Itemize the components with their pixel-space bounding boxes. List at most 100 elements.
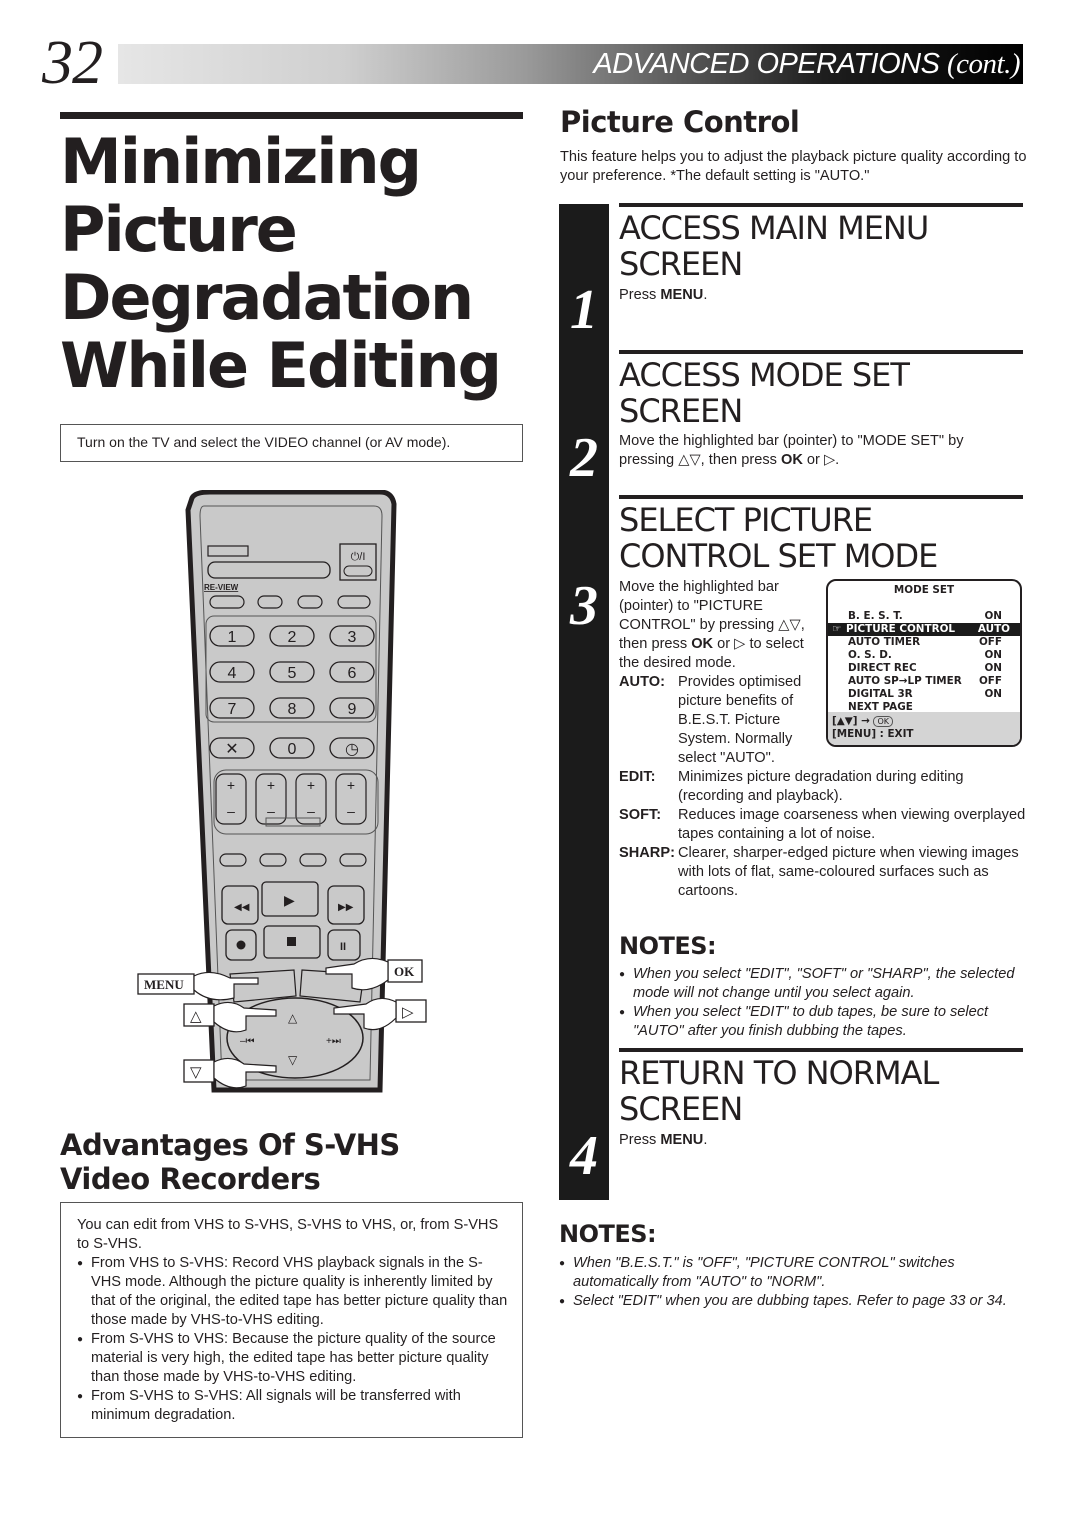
button-reference: MENU (660, 1132, 704, 1148)
osd-menu-row: B. E. S. T. ON (828, 610, 1020, 623)
step-title: ACCESS MODE SET SCREEN (619, 356, 910, 430)
step-rule (619, 1048, 1023, 1052)
section-title-text: ADVANCED OPERATIONS (593, 48, 940, 80)
mode-key: SOFT: (619, 807, 662, 823)
osd-row-label: AUTO SP→LP TIMER (848, 675, 962, 688)
mode-desc: Provides optimised picture benefits of B… (678, 674, 802, 766)
picture-control-title: Picture Control (560, 105, 800, 139)
osd-menu-row: AUTO TIMER OFF (828, 636, 1020, 649)
step-title-line: CONTROL SET MODE (619, 537, 938, 575)
minus-icon: – (307, 803, 315, 819)
title-rule (60, 112, 523, 119)
osd-row-label-text: DIRECT REC (848, 662, 917, 674)
mode-item-sharp: SHARP: Clearer, sharper-edged picture wh… (619, 844, 1029, 901)
step-title-line: ACCESS MODE SET (619, 356, 910, 394)
osd-row-value: AUTO (977, 623, 1010, 635)
play-icon: ▶ (284, 892, 295, 908)
osd-row-value: ON (984, 688, 1002, 700)
button-reference: OK (691, 636, 714, 652)
osd-row-value: ON (984, 649, 1002, 661)
step-text: . (703, 287, 708, 303)
mode-item-edit: EDIT: Minimizes picture degradation duri… (619, 768, 1029, 806)
osd-row-label: DIRECT REC (848, 662, 917, 675)
mode-key: EDIT: (619, 769, 656, 785)
power-icon: ⏻/I (351, 551, 366, 563)
keypad-label: 9 (348, 701, 357, 718)
note-item: Select "EDIT" when you are dubbing tapes… (559, 1292, 1019, 1311)
mode-desc: Reduces image coarseness when viewing ov… (678, 807, 1026, 842)
keypad-label: ✕ (225, 741, 238, 758)
minus-icon: – (347, 803, 355, 819)
list-item: From VHS to S-VHS: Record VHS playback s… (77, 1254, 508, 1330)
stop-icon (287, 937, 296, 946)
osd-row-label: ☞ PICTURE CONTROL (832, 623, 955, 636)
step-instruction: Press MENU. (619, 286, 707, 305)
step-title-line: SELECT PICTURE (619, 501, 873, 539)
osd-row-value: OFF (978, 675, 1002, 687)
step-instruction: Press MENU. (619, 1131, 707, 1150)
osd-exit-hint: [MENU] : EXIT (832, 728, 914, 740)
pause-icon: II (340, 941, 346, 953)
nav-right-icon: +⏭ (326, 1036, 341, 1047)
record-icon (236, 940, 246, 950)
step-number: 1 (570, 279, 598, 341)
minus-icon: – (267, 803, 275, 819)
step-bar-3-extended (559, 920, 609, 1048)
osd-row-label: DIGITAL 3R (848, 688, 913, 701)
step-rule (619, 203, 1023, 207)
page-title-line: While Editing (60, 329, 502, 402)
section-title: ADVANCED OPERATIONS (cont.) (593, 46, 1020, 82)
svg-text:▽: ▽ (190, 1064, 202, 1081)
svg-text:▷: ▷ (402, 1004, 414, 1021)
remote-control-illustration: ⏻/I RE-VIEW 1 2 3 4 5 6 7 8 9 ✕ 0 ◷ + – + – + – + – ◀◀ ▶ ▶… (137, 490, 427, 1093)
osd-row-label-text: O. S. D. (848, 649, 892, 661)
keypad-label: 0 (288, 741, 297, 758)
rewind-icon: ◀◀ (234, 902, 250, 913)
step-number: 4 (570, 1125, 598, 1187)
osd-row-label-text: DIGITAL 3R (848, 688, 913, 700)
mode-set-osd-screen: MODE SET B. E. S. T. ON ☞ PICTURE CONTROL AU… (826, 579, 1022, 747)
osd-row-label: O. S. D. (848, 649, 892, 662)
mode-key: SHARP: (619, 845, 675, 861)
mode-desc: Minimizes picture degradation during edi… (678, 769, 964, 804)
osd-menu-row: DIRECT REC ON (828, 662, 1020, 675)
note-item: When you select "EDIT", "SOFT" or "SHARP… (619, 965, 1024, 1003)
note-item: When you select "EDIT" to dub tapes, be … (619, 1003, 1024, 1041)
mode-key: AUTO: (619, 674, 665, 690)
step-text: . (703, 1132, 708, 1148)
osd-row-label: AUTO TIMER (848, 636, 920, 649)
step-title: ACCESS MAIN MENU SCREEN (619, 210, 929, 283)
step-title-line: SCREEN (619, 245, 743, 283)
svg-text:△: △ (190, 1008, 202, 1025)
keypad-label: 8 (288, 701, 297, 718)
osd-menu-row: ☞ PICTURE CONTROL AUTO (828, 623, 1020, 636)
advantages-title: Advantages Of S-VHS Video Recorders (60, 1128, 400, 1196)
osd-menu-row: O. S. D. ON (828, 649, 1020, 662)
note-item: When "B.E.S.T." is "OFF", "PICTURE CONTR… (559, 1254, 1019, 1292)
step-title-line: SCREEN (619, 392, 743, 430)
ok-icon: OK (873, 716, 893, 727)
notes-list: When you select "EDIT", "SOFT" or "SHARP… (619, 965, 1024, 1041)
osd-title: MODE SET (893, 584, 955, 596)
fast-forward-icon: ▶▶ (338, 902, 354, 913)
step-text: or ▷. (802, 452, 840, 468)
osd-nav-hint: [▲▼] → (832, 715, 870, 727)
page-title-line: Minimizing (60, 125, 422, 198)
list-item: From S-VHS to VHS: Because the picture q… (77, 1330, 508, 1387)
mode-desc: Clearer, sharper-edged picture when view… (678, 845, 1019, 899)
keypad-label: 7 (228, 701, 237, 718)
keypad-label: ◷ (345, 741, 359, 758)
mode-item-soft: SOFT: Reduces image coarseness when view… (619, 806, 1029, 844)
step-instruction: Move the highlighted bar (pointer) to "M… (619, 432, 1019, 470)
step-title-line: RETURN TO NORMAL (619, 1054, 939, 1092)
step-number: 2 (570, 427, 598, 489)
osd-row-label-text: AUTO SP→LP TIMER (848, 675, 962, 687)
section-title-suffix: (cont.) (947, 48, 1021, 80)
button-reference: OK (780, 452, 803, 468)
advantages-list: From VHS to S-VHS: Record VHS playback s… (77, 1254, 508, 1425)
osd-row-value: ON (984, 662, 1002, 674)
osd-row-label-text: AUTO TIMER (848, 636, 921, 648)
advantages-title-line: Video Recorders (60, 1162, 321, 1196)
osd-menu-row: AUTO SP→LP TIMER OFF (828, 675, 1020, 688)
keypad-label: 2 (288, 629, 297, 646)
